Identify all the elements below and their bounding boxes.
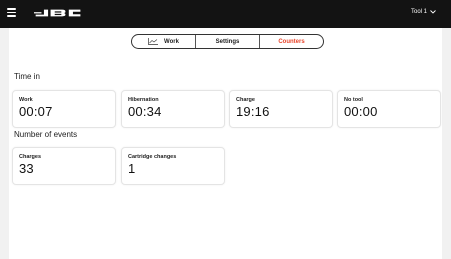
counter-value: 33 (19, 161, 34, 176)
counter-value: 00:07 (19, 104, 53, 119)
counter-label: Charges (19, 154, 42, 160)
counter-card-no-tool: No tool 00:00 (337, 90, 441, 128)
tab-settings[interactable]: Settings (195, 35, 259, 48)
tool-selector-label: Tool 1 (410, 9, 427, 15)
counter-label: Hibernation (128, 97, 159, 103)
view-tabs: Work Settings Counters (131, 34, 324, 49)
counter-value: 00:00 (344, 104, 378, 119)
tab-settings-label: Settings (215, 38, 240, 45)
counter-card-work: Work 00:07 (12, 90, 116, 128)
counter-label: Work (19, 97, 33, 103)
counter-card-cartridge-changes: Cartridge changes 1 (121, 147, 225, 185)
counter-label: Cartridge changes (128, 154, 177, 160)
number-of-events-heading: Number of events (14, 130, 78, 139)
chart-icon (148, 38, 159, 45)
tab-counters[interactable]: Counters (259, 35, 323, 48)
tool-selector[interactable]: Tool 1 (411, 9, 436, 15)
tab-work-label: Work (164, 38, 179, 45)
tab-counters-label: Counters (278, 38, 305, 45)
main-content: Work Settings Counters Time in Work 00:0… (9, 28, 442, 259)
jbc-logo (34, 9, 81, 17)
counter-card-hibernation: Hibernation 00:34 (121, 90, 225, 128)
counter-value: 00:34 (128, 104, 162, 119)
counter-value: 19:16 (236, 104, 270, 119)
time-in-heading: Time in (14, 72, 40, 81)
tab-work[interactable]: Work (132, 35, 195, 48)
counter-label: Charge (236, 97, 255, 103)
menu-icon[interactable] (7, 8, 16, 17)
top-bar: Tool 1 (0, 0, 451, 28)
counter-card-charge: Charge 19:16 (229, 90, 333, 128)
counter-label: No tool (344, 97, 363, 103)
chevron-down-icon (430, 10, 436, 14)
counter-value: 1 (128, 161, 136, 176)
counter-card-charges: Charges 33 (12, 147, 116, 185)
